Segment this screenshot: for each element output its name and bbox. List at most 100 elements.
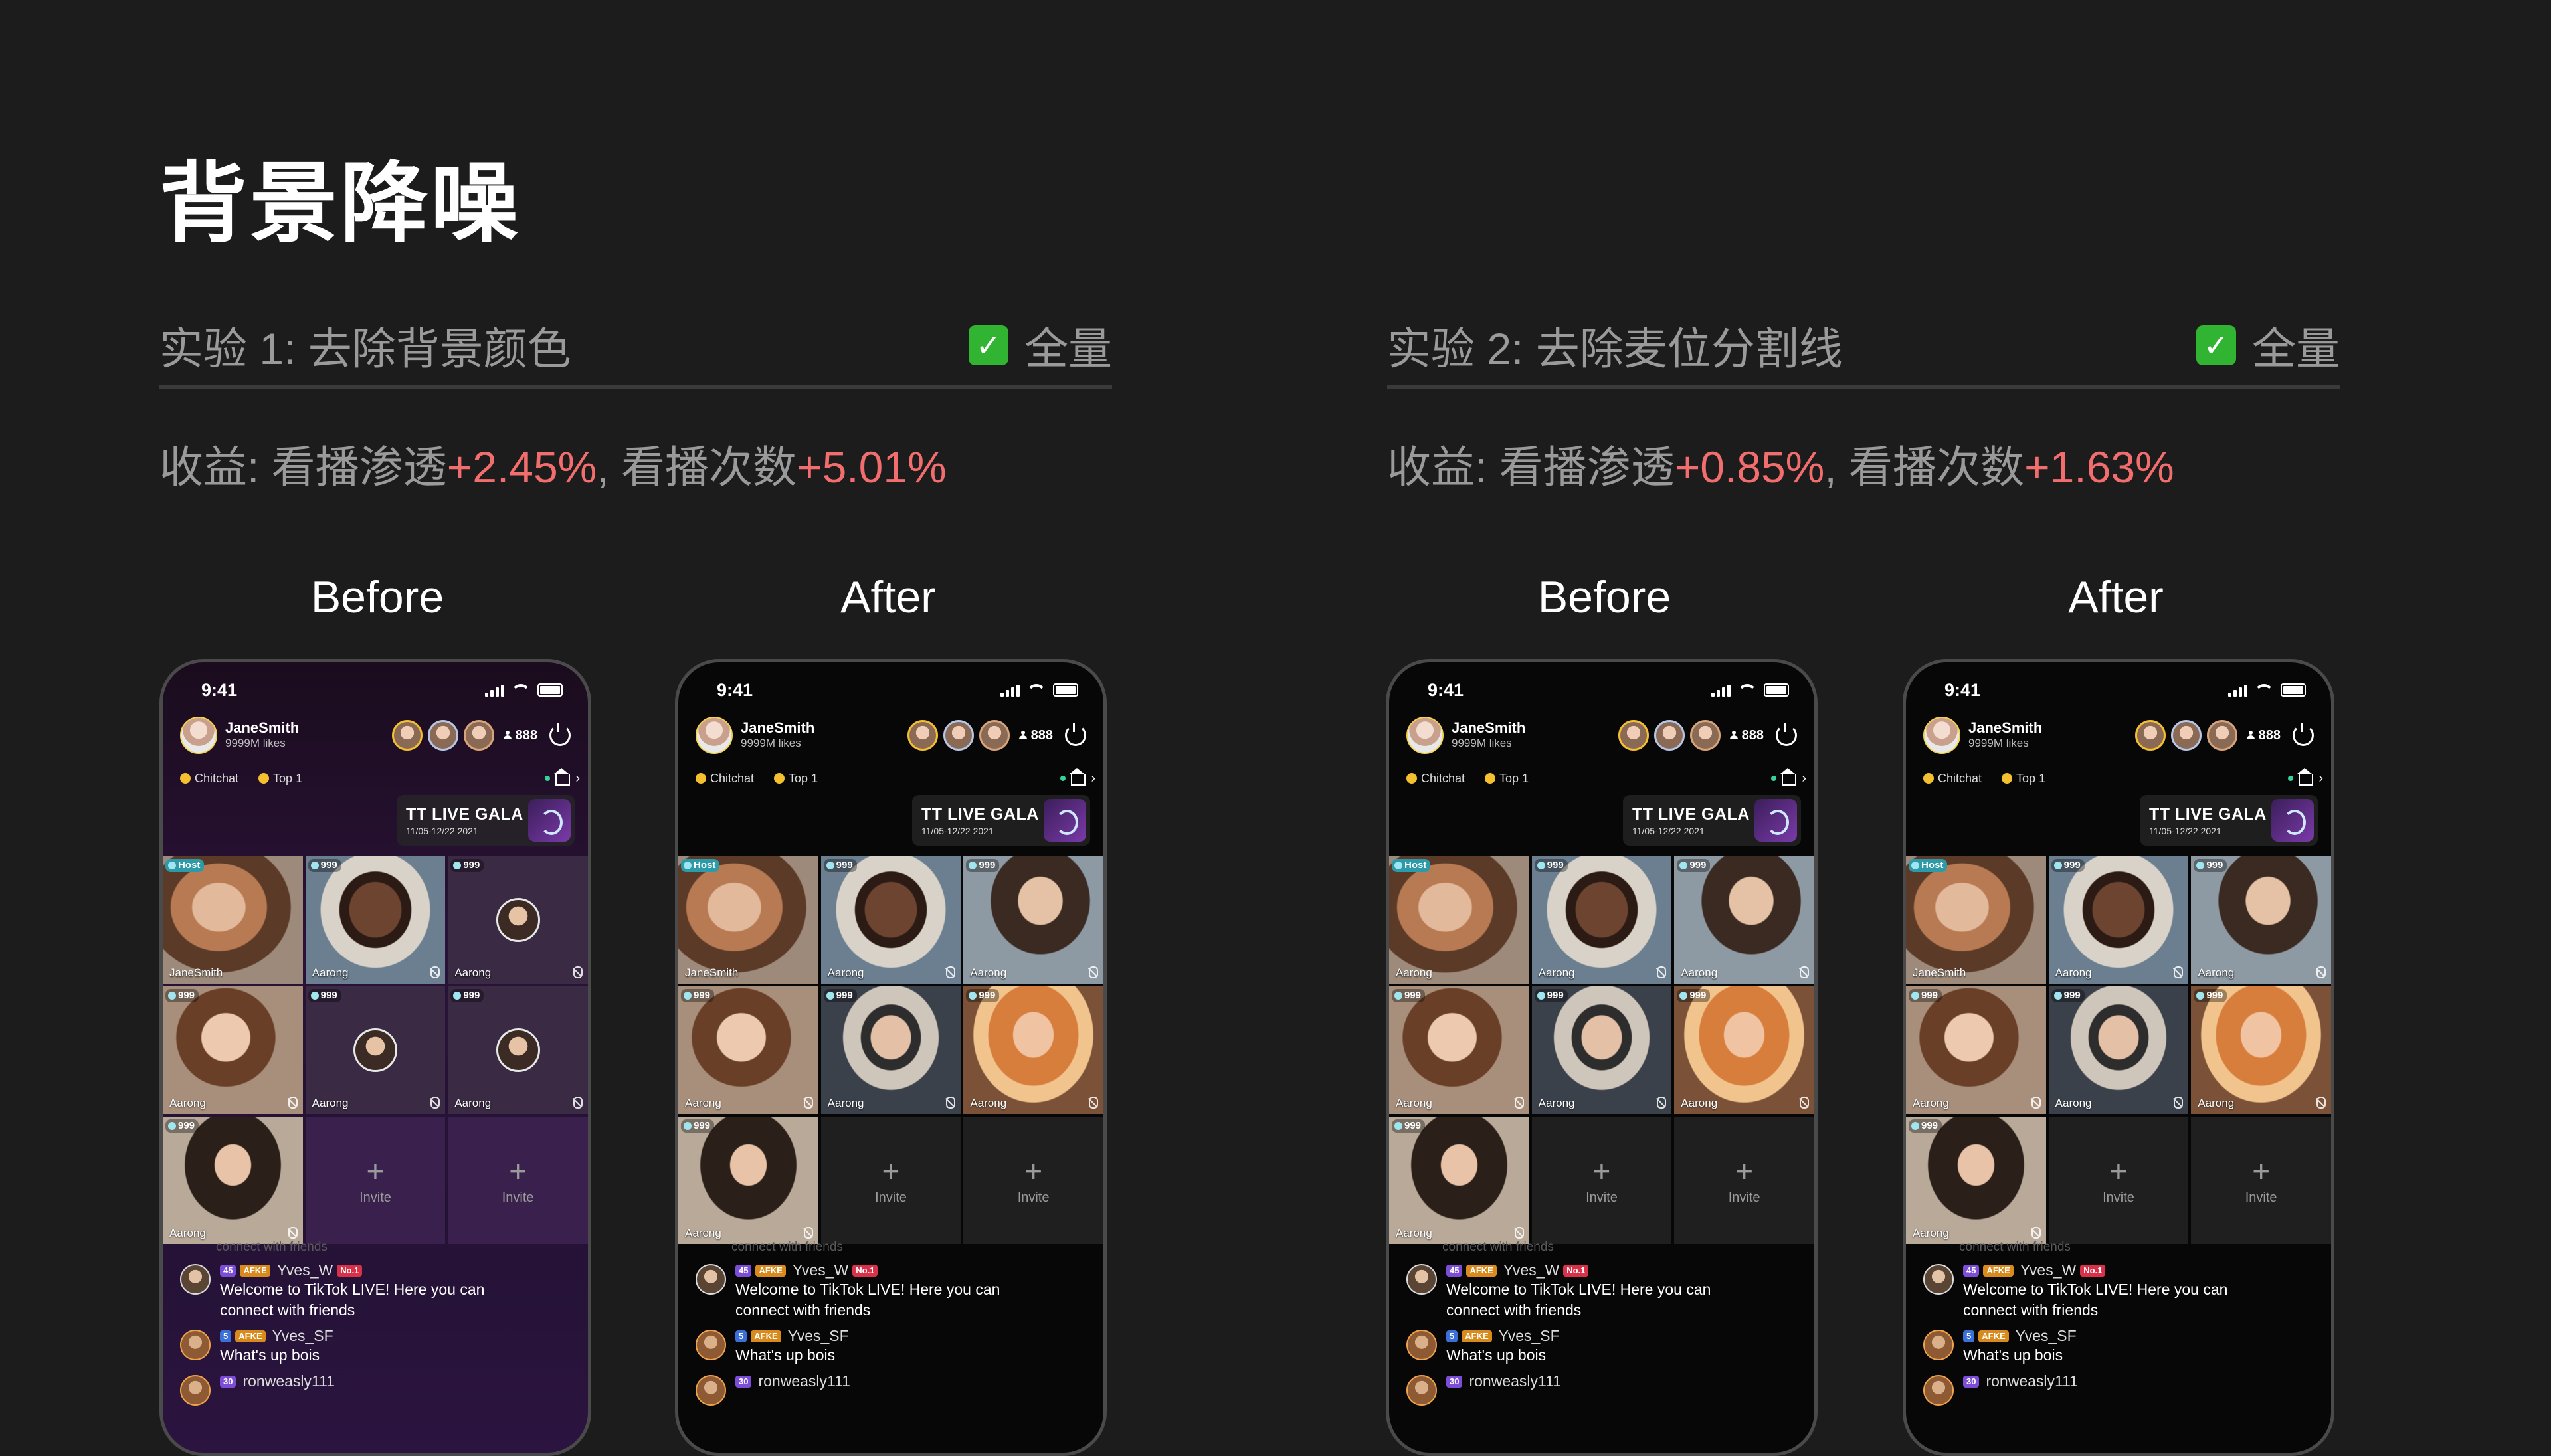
chat-message[interactable]: 30 ronweasly111 bbox=[1406, 1372, 1814, 1406]
guest-seat[interactable]: 999 Aarong bbox=[448, 986, 588, 1114]
guest-seat[interactable]: 999 Aarong bbox=[2191, 856, 2331, 984]
host-info[interactable]: JaneSmith 9999M likes bbox=[1968, 720, 2130, 751]
guest-seat[interactable]: Host JaneSmith bbox=[163, 856, 303, 984]
viewer-count[interactable]: 888 bbox=[503, 728, 537, 743]
home-icon[interactable] bbox=[2297, 768, 2314, 786]
chat-message[interactable]: 45 AFKE Yves_W No.1 Welcome to TikTok LI… bbox=[1923, 1261, 2331, 1320]
gala-banner[interactable]: TT LIVE GALA 11/05-12/22 2021 bbox=[2140, 795, 2318, 846]
tag-chitchat[interactable]: Chitchat bbox=[180, 772, 238, 786]
guest-seat[interactable]: 999 Aarong bbox=[1674, 986, 1814, 1114]
guest-seat[interactable]: 999 Aarong bbox=[305, 986, 446, 1114]
guest-seat[interactable]: 999 Aarong bbox=[1906, 986, 2046, 1114]
invite-seat[interactable]: + Invite bbox=[2191, 1117, 2331, 1244]
power-icon[interactable] bbox=[1776, 723, 1797, 746]
guest-seat[interactable]: 999 Aarong bbox=[2048, 986, 2189, 1114]
avatar[interactable] bbox=[1923, 1264, 1954, 1295]
viewer-count[interactable]: 888 bbox=[1018, 728, 1053, 743]
guest-seat[interactable]: 999 Aarong bbox=[2048, 856, 2189, 984]
avatar[interactable] bbox=[1406, 1375, 1437, 1406]
avatar[interactable] bbox=[1406, 1264, 1437, 1295]
power-icon[interactable] bbox=[549, 723, 571, 746]
chat-message[interactable]: 30 ronweasly111 bbox=[696, 1372, 1103, 1406]
guest-seat[interactable]: Host JaneSmith bbox=[678, 856, 818, 984]
avatar[interactable] bbox=[696, 1375, 726, 1406]
guest-seat[interactable]: 999 Aarong bbox=[1531, 986, 1672, 1114]
guest-seat[interactable]: 999 Aarong bbox=[163, 986, 303, 1114]
guest-seat[interactable]: 999 Aarong bbox=[305, 856, 446, 984]
host-avatar[interactable] bbox=[180, 717, 217, 754]
power-icon[interactable] bbox=[2293, 723, 2314, 746]
chevron-right-icon[interactable]: › bbox=[575, 771, 580, 786]
chevron-right-icon[interactable]: › bbox=[1802, 771, 1806, 786]
host-info[interactable]: JaneSmith 9999M likes bbox=[1452, 720, 1613, 751]
guest-seat[interactable]: 999 Aarong bbox=[1531, 856, 1672, 984]
guest-seat[interactable]: 999 Aarong bbox=[963, 986, 1103, 1114]
chat-message[interactable]: 45 AFKE Yves_W No.1 Welcome to TikTok LI… bbox=[180, 1261, 588, 1320]
guest-seat[interactable]: 999 Aarong bbox=[1674, 856, 1814, 984]
invite-seat[interactable]: + Invite bbox=[2048, 1117, 2189, 1244]
tag-top[interactable]: Top 1 bbox=[258, 772, 302, 786]
avatar[interactable] bbox=[1923, 1330, 1954, 1360]
top-viewers[interactable] bbox=[2130, 720, 2237, 751]
guest-seat[interactable]: 999 Aarong bbox=[820, 856, 961, 984]
guest-seat[interactable]: Host JaneSmith bbox=[1906, 856, 2046, 984]
guest-seat[interactable]: 999 Aarong bbox=[820, 986, 961, 1114]
avatar[interactable] bbox=[180, 1375, 211, 1406]
invite-seat[interactable]: + Invite bbox=[448, 1117, 588, 1244]
chat-message[interactable]: 5 AFKE Yves_SF What's up bois bbox=[696, 1327, 1103, 1366]
home-icon[interactable] bbox=[1780, 768, 1797, 786]
chat-message[interactable]: 45 AFKE Yves_W No.1 Welcome to TikTok LI… bbox=[1406, 1261, 1814, 1320]
invite-seat[interactable]: + Invite bbox=[820, 1117, 961, 1244]
chevron-right-icon[interactable]: › bbox=[2318, 771, 2323, 786]
tag-chitchat[interactable]: Chitchat bbox=[1923, 772, 1982, 786]
power-icon[interactable] bbox=[1065, 723, 1086, 746]
tag-top[interactable]: Top 1 bbox=[1485, 772, 1529, 786]
guest-seat[interactable]: 999 Aarong bbox=[163, 1117, 303, 1244]
guest-seat[interactable]: 999 Aarong bbox=[1906, 1117, 2046, 1244]
invite-seat[interactable]: + Invite bbox=[1674, 1117, 1814, 1244]
host-avatar[interactable] bbox=[696, 717, 733, 754]
guest-seat[interactable]: 999 Aarong bbox=[678, 1117, 818, 1244]
chat-message[interactable]: 5 AFKE Yves_SF What's up bois bbox=[180, 1327, 588, 1366]
host-avatar[interactable] bbox=[1406, 717, 1444, 754]
top-viewers[interactable] bbox=[1613, 720, 1721, 751]
gala-banner[interactable]: TT LIVE GALA 11/05-12/22 2021 bbox=[1623, 795, 1801, 846]
host-avatar[interactable] bbox=[1923, 717, 1960, 754]
guest-seat[interactable]: 999 Aarong bbox=[678, 986, 818, 1114]
invite-seat[interactable]: + Invite bbox=[963, 1117, 1103, 1244]
gala-banner[interactable]: TT LIVE GALA 11/05-12/22 2021 bbox=[912, 795, 1090, 846]
chat-message[interactable]: 45 AFKE Yves_W No.1 Welcome to TikTok LI… bbox=[696, 1261, 1103, 1320]
chat-message[interactable]: 5 AFKE Yves_SF What's up bois bbox=[1923, 1327, 2331, 1366]
avatar[interactable] bbox=[180, 1264, 211, 1295]
gala-banner[interactable]: TT LIVE GALA 11/05-12/22 2021 bbox=[397, 795, 575, 846]
guest-seat[interactable]: 999 Aarong bbox=[1389, 986, 1529, 1114]
chat-message[interactable]: 30 ronweasly111 bbox=[1923, 1372, 2331, 1406]
top-viewers[interactable] bbox=[902, 720, 1010, 751]
viewer-count[interactable]: 888 bbox=[2246, 728, 2281, 743]
invite-seat[interactable]: + Invite bbox=[1531, 1117, 1672, 1244]
viewer-count[interactable]: 888 bbox=[1729, 728, 1764, 743]
avatar[interactable] bbox=[1406, 1330, 1437, 1360]
home-icon[interactable] bbox=[1070, 768, 1086, 786]
home-icon[interactable] bbox=[554, 768, 571, 786]
avatar[interactable] bbox=[696, 1264, 726, 1295]
guest-seat[interactable]: Host Aarong bbox=[1389, 856, 1529, 984]
tag-chitchat[interactable]: Chitchat bbox=[1406, 772, 1465, 786]
guest-seat[interactable]: 999 Aarong bbox=[963, 856, 1103, 984]
host-info[interactable]: JaneSmith 9999M likes bbox=[741, 720, 902, 751]
invite-seat[interactable]: + Invite bbox=[305, 1117, 446, 1244]
guest-seat[interactable]: 999 Aarong bbox=[2191, 986, 2331, 1114]
chevron-right-icon[interactable]: › bbox=[1091, 771, 1095, 786]
avatar[interactable] bbox=[1923, 1375, 1954, 1406]
host-info[interactable]: JaneSmith 9999M likes bbox=[225, 720, 387, 751]
chat-message[interactable]: 30 ronweasly111 bbox=[180, 1372, 588, 1406]
tag-chitchat[interactable]: Chitchat bbox=[696, 772, 754, 786]
avatar[interactable] bbox=[180, 1330, 211, 1360]
tag-top[interactable]: Top 1 bbox=[2002, 772, 2045, 786]
chat-message[interactable]: 5 AFKE Yves_SF What's up bois bbox=[1406, 1327, 1814, 1366]
tag-top[interactable]: Top 1 bbox=[774, 772, 818, 786]
guest-seat[interactable]: 999 Aarong bbox=[448, 856, 588, 984]
guest-seat[interactable]: 999 Aarong bbox=[1389, 1117, 1529, 1244]
avatar[interactable] bbox=[696, 1330, 726, 1360]
top-viewers[interactable] bbox=[387, 720, 494, 751]
